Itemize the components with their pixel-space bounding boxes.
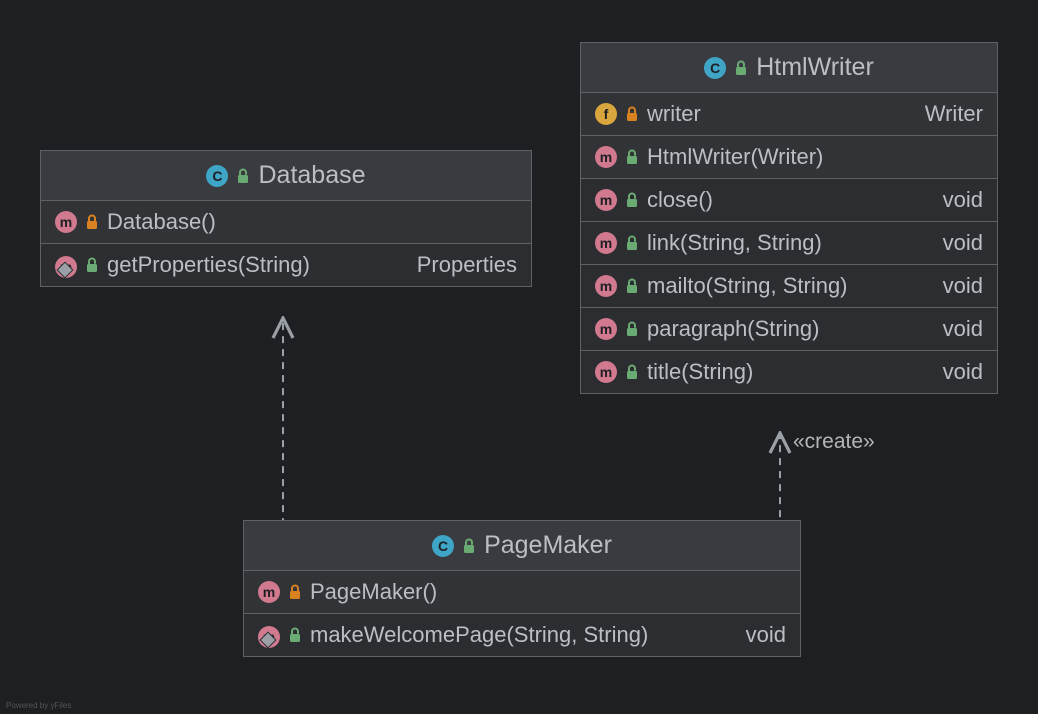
member-return: void bbox=[943, 230, 983, 256]
member-signature: title(String) bbox=[647, 359, 935, 385]
member-signature: mailto(String, String) bbox=[647, 273, 935, 299]
member-return: void bbox=[943, 316, 983, 342]
member-signature: makeWelcomePage(String, String) bbox=[310, 622, 738, 648]
public-icon bbox=[734, 60, 748, 76]
public-icon bbox=[85, 257, 99, 273]
method-icon: m bbox=[595, 146, 617, 168]
class-pagemaker[interactable]: C PageMaker m PageMaker() m makeWelcomeP… bbox=[243, 520, 801, 657]
class-htmlwriter[interactable]: C HtmlWriter f writer Writer m HtmlWrite… bbox=[580, 42, 998, 394]
member-signature: paragraph(String) bbox=[647, 316, 935, 342]
method-icon: m bbox=[595, 318, 617, 340]
public-icon bbox=[625, 192, 639, 208]
class-database[interactable]: C Database m Database() m getProperties(… bbox=[40, 150, 532, 287]
member-row[interactable]: m paragraph(String) void bbox=[581, 308, 997, 351]
method-icon: m bbox=[595, 275, 617, 297]
class-icon: C bbox=[704, 57, 726, 79]
member-return: Properties bbox=[417, 252, 517, 278]
class-header-htmlwriter: C HtmlWriter bbox=[581, 43, 997, 93]
public-icon bbox=[625, 149, 639, 165]
member-row[interactable]: f writer Writer bbox=[581, 93, 997, 136]
member-signature: close() bbox=[647, 187, 935, 213]
public-icon bbox=[462, 538, 476, 554]
public-icon bbox=[625, 278, 639, 294]
class-icon: C bbox=[432, 535, 454, 557]
public-icon bbox=[625, 321, 639, 337]
private-icon bbox=[288, 584, 302, 600]
member-return: void bbox=[943, 273, 983, 299]
member-row[interactable]: m getProperties(String) Properties bbox=[41, 244, 531, 286]
powered-by-label: Powered by yFiles bbox=[6, 701, 71, 710]
member-return: void bbox=[943, 187, 983, 213]
member-row[interactable]: m title(String) void bbox=[581, 351, 997, 393]
public-icon bbox=[236, 168, 250, 184]
method-icon: m bbox=[55, 211, 77, 233]
member-row[interactable]: m link(String, String) void bbox=[581, 222, 997, 265]
class-name: Database bbox=[258, 161, 365, 190]
private-icon bbox=[85, 214, 99, 230]
method-icon: m bbox=[595, 361, 617, 383]
member-row[interactable]: m Database() bbox=[41, 201, 531, 244]
class-name: PageMaker bbox=[484, 531, 612, 560]
private-icon bbox=[625, 106, 639, 122]
public-icon bbox=[625, 235, 639, 251]
field-icon: f bbox=[595, 103, 617, 125]
member-signature: getProperties(String) bbox=[107, 252, 409, 278]
create-stereotype-label: «create» bbox=[793, 430, 875, 454]
class-header-pagemaker: C PageMaker bbox=[244, 521, 800, 571]
member-row[interactable]: m PageMaker() bbox=[244, 571, 800, 614]
member-return: void bbox=[746, 622, 786, 648]
member-row[interactable]: m makeWelcomePage(String, String) void bbox=[244, 614, 800, 656]
member-signature: HtmlWriter(Writer) bbox=[647, 144, 975, 170]
member-row[interactable]: m close() void bbox=[581, 179, 997, 222]
class-icon: C bbox=[206, 165, 228, 187]
member-signature: Database() bbox=[107, 209, 509, 235]
method-icon: m bbox=[258, 581, 280, 603]
member-row[interactable]: m HtmlWriter(Writer) bbox=[581, 136, 997, 179]
public-icon bbox=[625, 364, 639, 380]
member-signature: writer bbox=[647, 101, 917, 127]
public-icon bbox=[288, 627, 302, 643]
member-signature: PageMaker() bbox=[310, 579, 778, 605]
class-header-database: C Database bbox=[41, 151, 531, 201]
method-icon: m bbox=[595, 189, 617, 211]
method-icon: m bbox=[595, 232, 617, 254]
member-return: Writer bbox=[925, 101, 983, 127]
member-row[interactable]: m mailto(String, String) void bbox=[581, 265, 997, 308]
member-return: void bbox=[943, 359, 983, 385]
class-name: HtmlWriter bbox=[756, 53, 874, 82]
member-signature: link(String, String) bbox=[647, 230, 935, 256]
